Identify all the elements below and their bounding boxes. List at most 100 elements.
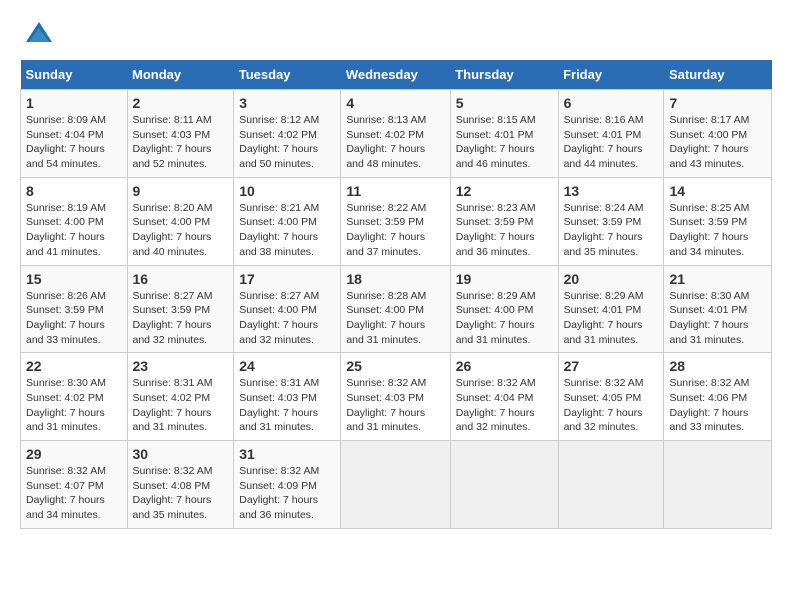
day-number: 25 <box>346 358 444 374</box>
column-header-monday: Monday <box>127 60 234 90</box>
day-info: Sunrise: 8:16 AMSunset: 4:01 PMDaylight:… <box>564 114 644 170</box>
day-number: 16 <box>133 271 229 287</box>
day-info: Sunrise: 8:22 AMSunset: 3:59 PMDaylight:… <box>346 202 426 258</box>
calendar-day: 26Sunrise: 8:32 AMSunset: 4:04 PMDayligh… <box>450 353 558 441</box>
day-number: 20 <box>564 271 659 287</box>
column-header-friday: Friday <box>558 60 664 90</box>
day-info: Sunrise: 8:12 AMSunset: 4:02 PMDaylight:… <box>239 114 319 170</box>
column-header-tuesday: Tuesday <box>234 60 341 90</box>
day-info: Sunrise: 8:24 AMSunset: 3:59 PMDaylight:… <box>564 202 644 258</box>
day-info: Sunrise: 8:27 AMSunset: 4:00 PMDaylight:… <box>239 290 319 346</box>
calendar-day: 20 Sunrise: 8:29 AMSunset: 4:01 PMDayligh… <box>558 265 664 353</box>
day-info: Sunrise: 8:31 AMSunset: 4:02 PMDaylight:… <box>133 377 213 433</box>
calendar-day: 23 Sunrise: 8:31 AMSunset: 4:02 PMDayligh… <box>127 353 234 441</box>
day-number: 15 <box>26 271 122 287</box>
day-number: 12 <box>456 183 553 199</box>
calendar-day: 24 Sunrise: 8:31 AMSunset: 4:03 PMDayligh… <box>234 353 341 441</box>
calendar-day: 30 Sunrise: 8:32 AMSunset: 4:08 PMDayligh… <box>127 441 234 529</box>
day-number: 21 <box>669 271 766 287</box>
calendar-day-empty <box>450 441 558 529</box>
calendar-day: 19Sunrise: 8:29 AMSunset: 4:00 PMDayligh… <box>450 265 558 353</box>
calendar-day: 9Sunrise: 8:20 AMSunset: 4:00 PMDaylight… <box>127 177 234 265</box>
calendar-day-empty <box>558 441 664 529</box>
day-info: Sunrise: 8:09 AMSunset: 4:04 PMDaylight:… <box>26 114 106 170</box>
day-number: 28 <box>669 358 766 374</box>
calendar-week-row: 15 Sunrise: 8:26 AMSunset: 3:59 PMDayligh… <box>21 265 772 353</box>
day-number: 3 <box>239 95 335 111</box>
day-number: 13 <box>564 183 659 199</box>
day-number: 24 <box>239 358 335 374</box>
day-info: Sunrise: 8:32 AMSunset: 4:07 PMDaylight:… <box>26 465 106 521</box>
calendar-day: 29 Sunrise: 8:32 AMSunset: 4:07 PMDayligh… <box>21 441 128 529</box>
day-info: Sunrise: 8:31 AMSunset: 4:03 PMDaylight:… <box>239 377 319 433</box>
day-number: 29 <box>26 446 122 462</box>
day-info: Sunrise: 8:21 AMSunset: 4:00 PMDaylight:… <box>239 202 319 258</box>
day-info: Sunrise: 8:25 AMSunset: 3:59 PMDaylight:… <box>669 202 749 258</box>
day-info: Sunrise: 8:15 AMSunset: 4:01 PMDaylight:… <box>456 114 536 170</box>
day-info: Sunrise: 8:17 AMSunset: 4:00 PMDaylight:… <box>669 114 749 170</box>
day-number: 5 <box>456 95 553 111</box>
day-number: 27 <box>564 358 659 374</box>
calendar-day: 25 Sunrise: 8:32 AMSunset: 4:03 PMDayligh… <box>341 353 450 441</box>
day-number: 8 <box>26 183 122 199</box>
day-number: 14 <box>669 183 766 199</box>
calendar-day: 2 Sunrise: 8:11 AMSunset: 4:03 PMDaylight… <box>127 90 234 178</box>
calendar-day: 13 Sunrise: 8:24 AMSunset: 3:59 PMDayligh… <box>558 177 664 265</box>
calendar-week-row: 1Sunrise: 8:09 AMSunset: 4:04 PMDaylight… <box>21 90 772 178</box>
day-info: Sunrise: 8:32 AMSunset: 4:05 PMDaylight:… <box>564 377 644 433</box>
day-info: Sunrise: 8:23 AMSunset: 3:59 PMDaylight:… <box>456 202 536 258</box>
calendar-week-row: 22 Sunrise: 8:30 AMSunset: 4:02 PMDayligh… <box>21 353 772 441</box>
day-number: 23 <box>133 358 229 374</box>
calendar-day: 1Sunrise: 8:09 AMSunset: 4:04 PMDaylight… <box>21 90 128 178</box>
calendar-day: 7 Sunrise: 8:17 AMSunset: 4:00 PMDaylight… <box>664 90 772 178</box>
calendar-day-empty <box>664 441 772 529</box>
column-header-wednesday: Wednesday <box>341 60 450 90</box>
day-info: Sunrise: 8:32 AMSunset: 4:03 PMDaylight:… <box>346 377 426 433</box>
day-info: Sunrise: 8:32 AMSunset: 4:08 PMDaylight:… <box>133 465 213 521</box>
day-number: 6 <box>564 95 659 111</box>
calendar-day: 18 Sunrise: 8:28 AMSunset: 4:00 PMDayligh… <box>341 265 450 353</box>
calendar-day: 8 Sunrise: 8:19 AMSunset: 4:00 PMDaylight… <box>21 177 128 265</box>
day-number: 31 <box>239 446 335 462</box>
calendar-day: 22 Sunrise: 8:30 AMSunset: 4:02 PMDayligh… <box>21 353 128 441</box>
day-number: 19 <box>456 271 553 287</box>
calendar-day: 12 Sunrise: 8:23 AMSunset: 3:59 PMDayligh… <box>450 177 558 265</box>
day-number: 10 <box>239 183 335 199</box>
day-info: Sunrise: 8:29 AMSunset: 4:01 PMDaylight:… <box>564 290 644 346</box>
calendar-day: 17 Sunrise: 8:27 AMSunset: 4:00 PMDayligh… <box>234 265 341 353</box>
calendar-week-row: 8 Sunrise: 8:19 AMSunset: 4:00 PMDaylight… <box>21 177 772 265</box>
day-number: 2 <box>133 95 229 111</box>
day-info: Sunrise: 8:26 AMSunset: 3:59 PMDaylight:… <box>26 290 106 346</box>
day-info: Sunrise: 8:28 AMSunset: 4:00 PMDaylight:… <box>346 290 426 346</box>
page-header <box>20 20 772 50</box>
day-info: Sunrise: 8:32 AMSunset: 4:09 PMDaylight:… <box>239 465 319 521</box>
calendar-day: 6 Sunrise: 8:16 AMSunset: 4:01 PMDaylight… <box>558 90 664 178</box>
calendar-day: 31 Sunrise: 8:32 AMSunset: 4:09 PMDayligh… <box>234 441 341 529</box>
day-info: Sunrise: 8:13 AMSunset: 4:02 PMDaylight:… <box>346 114 426 170</box>
day-info: Sunrise: 8:20 AMSunset: 4:00 PMDaylight:… <box>133 202 213 258</box>
day-info: Sunrise: 8:19 AMSunset: 4:00 PMDaylight:… <box>26 202 106 258</box>
day-info: Sunrise: 8:30 AMSunset: 4:02 PMDaylight:… <box>26 377 106 433</box>
calendar-day: 5 Sunrise: 8:15 AMSunset: 4:01 PMDaylight… <box>450 90 558 178</box>
calendar-day: 3 Sunrise: 8:12 AMSunset: 4:02 PMDaylight… <box>234 90 341 178</box>
calendar-day: 28Sunrise: 8:32 AMSunset: 4:06 PMDayligh… <box>664 353 772 441</box>
calendar-week-row: 29 Sunrise: 8:32 AMSunset: 4:07 PMDayligh… <box>21 441 772 529</box>
day-number: 17 <box>239 271 335 287</box>
day-info: Sunrise: 8:11 AMSunset: 4:03 PMDaylight:… <box>133 114 212 170</box>
day-number: 7 <box>669 95 766 111</box>
calendar-day-empty <box>341 441 450 529</box>
calendar-day: 10 Sunrise: 8:21 AMSunset: 4:00 PMDayligh… <box>234 177 341 265</box>
calendar-day: 27 Sunrise: 8:32 AMSunset: 4:05 PMDayligh… <box>558 353 664 441</box>
column-header-thursday: Thursday <box>450 60 558 90</box>
calendar-day: 21Sunrise: 8:30 AMSunset: 4:01 PMDayligh… <box>664 265 772 353</box>
day-number: 22 <box>26 358 122 374</box>
day-number: 18 <box>346 271 444 287</box>
calendar-header-row: SundayMondayTuesdayWednesdayThursdayFrid… <box>21 60 772 90</box>
logo <box>20 20 54 50</box>
day-number: 30 <box>133 446 229 462</box>
day-number: 4 <box>346 95 444 111</box>
calendar-day: 15 Sunrise: 8:26 AMSunset: 3:59 PMDayligh… <box>21 265 128 353</box>
calendar-day: 11Sunrise: 8:22 AMSunset: 3:59 PMDayligh… <box>341 177 450 265</box>
column-header-sunday: Sunday <box>21 60 128 90</box>
calendar-day: 4 Sunrise: 8:13 AMSunset: 4:02 PMDaylight… <box>341 90 450 178</box>
